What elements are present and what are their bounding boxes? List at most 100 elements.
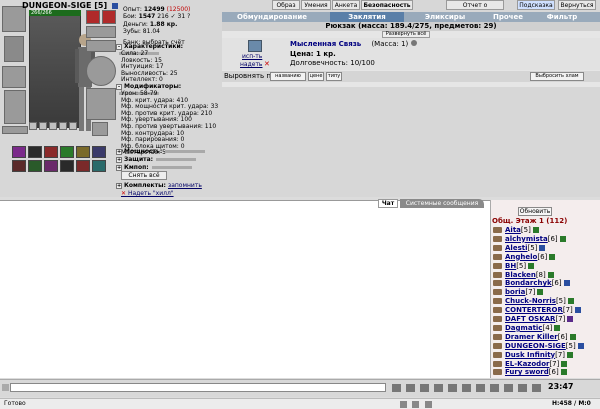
boots-slot[interactable] xyxy=(86,88,116,120)
chat-area[interactable] xyxy=(0,200,490,378)
nav-security[interactable]: Безопасность xyxy=(361,0,413,10)
info-icon[interactable] xyxy=(561,360,568,367)
player-row[interactable]: Dagmatic[4] xyxy=(493,324,561,333)
info-icon[interactable] xyxy=(563,280,570,287)
spell-icon[interactable] xyxy=(76,160,90,172)
player-icon[interactable] xyxy=(493,324,502,331)
complects-header[interactable]: + Комплекты: запомнить xyxy=(116,182,226,190)
power-header[interactable]: + Мощность: xyxy=(116,148,221,156)
flower-ring-icon[interactable] xyxy=(102,10,116,24)
player-name[interactable]: Fury sword xyxy=(505,368,549,376)
player-row[interactable]: Anghelo[6] xyxy=(493,253,556,262)
player-name[interactable]: Alesti xyxy=(505,244,527,252)
belt-slot[interactable] xyxy=(2,126,28,134)
info-icon[interactable] xyxy=(574,307,581,314)
translit-icon[interactable] xyxy=(462,384,471,392)
player-row[interactable]: BH[5] xyxy=(493,262,535,271)
player-row[interactable]: Bondarchyk[6] xyxy=(493,279,570,288)
info-icon[interactable] xyxy=(569,333,576,340)
info-icon[interactable] xyxy=(560,369,567,376)
player-row[interactable]: EL-Kazodor[7] xyxy=(493,360,568,369)
tab-equipment[interactable]: Обмундирование xyxy=(232,12,312,22)
send-icon[interactable] xyxy=(406,384,415,392)
nav-return[interactable]: Вернуться xyxy=(558,0,596,10)
refresh-icon[interactable] xyxy=(518,384,527,392)
spell-icon[interactable] xyxy=(60,146,74,158)
info-icon[interactable] xyxy=(537,289,544,296)
player-name[interactable]: Dagmatic xyxy=(505,324,542,332)
player-name[interactable]: boria xyxy=(505,288,525,296)
player-icon[interactable] xyxy=(493,342,502,349)
sort-by-name-button[interactable]: названию xyxy=(270,72,306,81)
tab-elixirs[interactable]: Эликсиры xyxy=(415,12,475,22)
info-icon[interactable] xyxy=(559,235,566,242)
nav-skills[interactable]: Умения xyxy=(301,0,331,10)
item-name[interactable]: Мысленная Связь xyxy=(290,40,361,48)
player-icon[interactable] xyxy=(493,307,502,314)
player-row[interactable]: Dramer Killer[6] xyxy=(493,333,576,342)
spell-icon[interactable] xyxy=(12,160,26,172)
player-row[interactable]: Chuck-Norris[5] xyxy=(493,297,574,306)
chat-input[interactable] xyxy=(10,383,386,392)
player-row[interactable]: DUNGEON-SIGE[5] xyxy=(493,342,584,351)
player-row[interactable]: alchymista[6] xyxy=(493,235,566,244)
menu-icon[interactable] xyxy=(2,384,9,391)
player-name[interactable]: Dusk Infinity xyxy=(505,351,555,359)
nav-profile[interactable]: Анкета xyxy=(332,0,360,10)
wear-link[interactable]: надеть xyxy=(240,61,262,68)
tab-spells[interactable]: Заклятия xyxy=(330,12,404,22)
armor-slot[interactable] xyxy=(4,90,26,124)
use-link[interactable]: исп-ть xyxy=(242,53,262,60)
amulet-slot[interactable] xyxy=(2,66,26,88)
weapon-slot[interactable] xyxy=(4,36,24,62)
player-icon[interactable] xyxy=(493,333,502,340)
exit-icon[interactable] xyxy=(532,384,541,392)
gloves-slot[interactable] xyxy=(86,26,116,38)
player-row[interactable]: Dusk Infinity[7] xyxy=(493,351,574,360)
smile-icon[interactable] xyxy=(420,384,429,392)
player-row[interactable]: Blacken[8] xyxy=(493,271,554,280)
player-icon[interactable] xyxy=(493,227,502,233)
sort-by-type-button[interactable]: типу xyxy=(326,72,342,81)
player-icon[interactable] xyxy=(493,298,502,305)
player-row[interactable]: Fury sword[6] xyxy=(493,368,567,377)
player-name[interactable]: alchymista xyxy=(505,235,548,243)
info-icon[interactable] xyxy=(111,2,118,9)
player-icon[interactable] xyxy=(493,235,502,242)
spell-icon[interactable] xyxy=(44,146,58,158)
expand-all-button[interactable]: Развернуть всё xyxy=(382,31,430,38)
remove-all-button[interactable]: Снять всё xyxy=(121,171,167,180)
info-icon[interactable] xyxy=(567,316,574,322)
player-icon[interactable] xyxy=(493,351,502,358)
nav-transfer-report[interactable]: Отчет о переводах xyxy=(446,0,504,19)
settings-icon[interactable] xyxy=(448,384,457,392)
info-icon[interactable] xyxy=(547,271,554,278)
gift-link[interactable]: ✕ Надеть "хилл" xyxy=(121,190,174,197)
player-icon[interactable] xyxy=(493,271,502,278)
belt-slot-5[interactable] xyxy=(69,122,77,130)
player-icon[interactable] xyxy=(493,253,502,260)
spell-icon[interactable] xyxy=(28,146,42,158)
player-row[interactable]: boria[7] xyxy=(493,288,544,297)
nav-image[interactable]: Образ xyxy=(272,0,300,10)
refresh-button[interactable]: Обновить xyxy=(518,207,552,216)
player-name[interactable]: DAFT OSKAR xyxy=(505,315,555,323)
clear-icon[interactable] xyxy=(392,384,401,392)
sort-by-price-button[interactable]: цене xyxy=(308,72,324,81)
protection-header[interactable]: + Защита: xyxy=(116,156,221,164)
expand-icon[interactable] xyxy=(504,384,513,392)
spell-icon[interactable] xyxy=(12,146,26,158)
player-icon[interactable] xyxy=(493,244,502,251)
remember-link[interactable]: запомнить xyxy=(168,182,202,189)
discard-junk-button[interactable]: Выбросить хлам xyxy=(530,72,584,81)
player-name[interactable]: Anghelo xyxy=(505,253,537,261)
player-row[interactable]: DAFT OSKAR[7] xyxy=(493,315,574,324)
info-icon[interactable] xyxy=(410,40,417,46)
player-name[interactable]: EL-Kazodor xyxy=(505,360,549,368)
shield-slot[interactable] xyxy=(86,56,116,86)
player-name[interactable]: Dramer Killer xyxy=(505,333,558,341)
spell-icon[interactable] xyxy=(28,160,42,172)
info-icon[interactable] xyxy=(539,244,546,251)
player-icon[interactable] xyxy=(493,316,502,322)
spell-icon[interactable] xyxy=(76,146,90,158)
